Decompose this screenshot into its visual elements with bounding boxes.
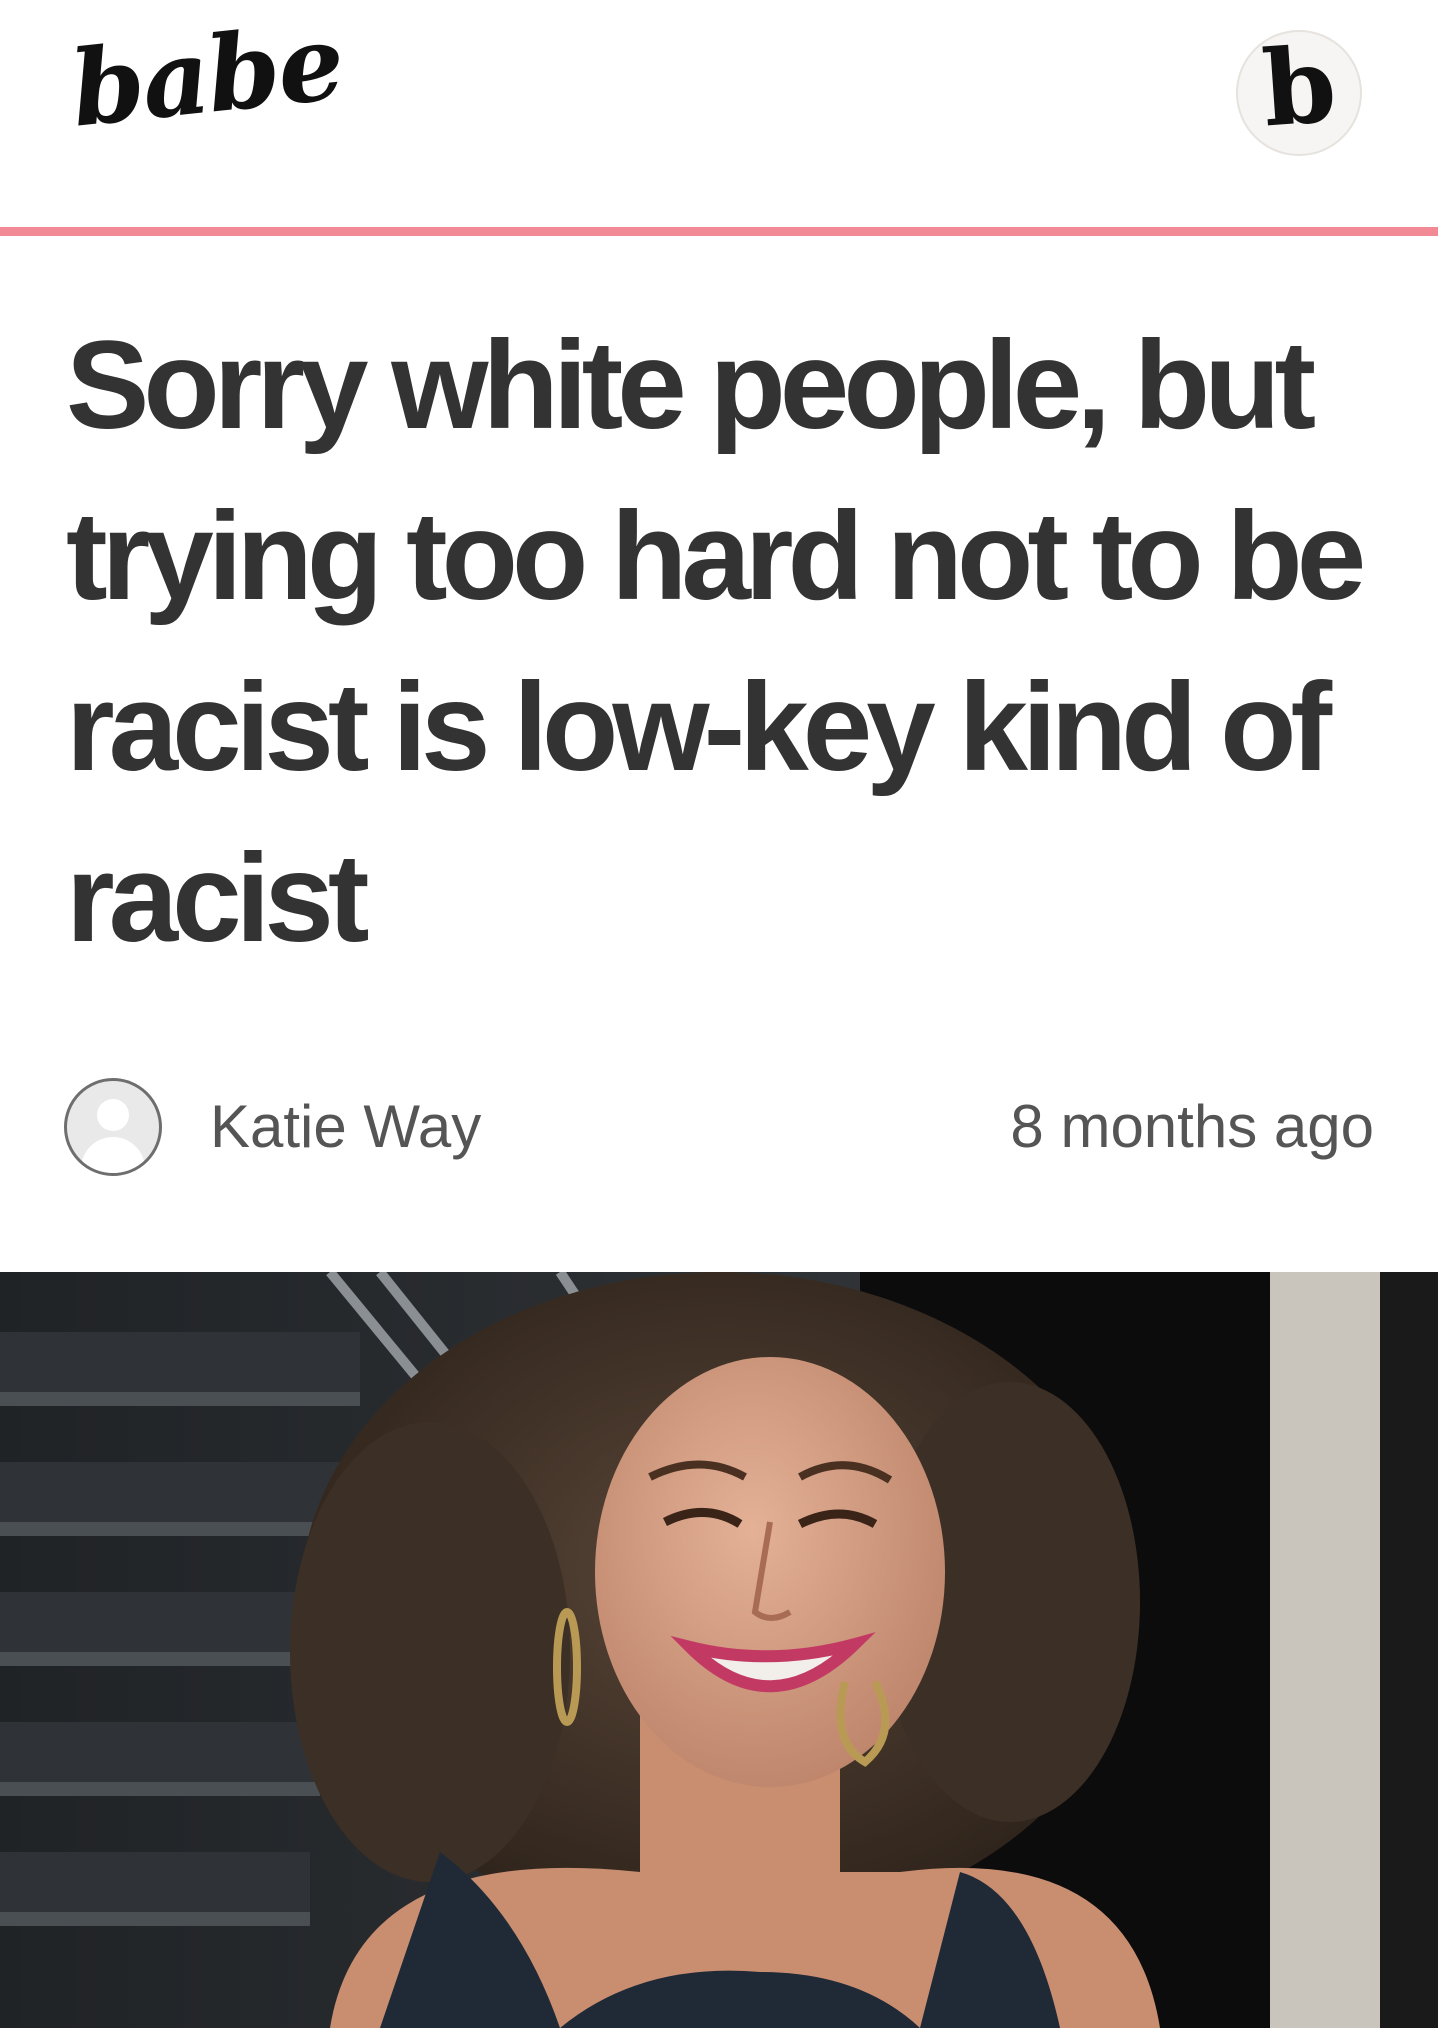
header-divider xyxy=(0,227,1438,236)
article-title: Sorry white people, but trying too hard … xyxy=(66,316,1366,968)
author-name-link[interactable]: Katie Way xyxy=(210,1094,481,1160)
profile-badge-button[interactable]: b xyxy=(1236,22,1362,156)
site-logo[interactable]: babe xyxy=(66,0,348,151)
badge-letter: b xyxy=(1258,22,1340,151)
hero-photo-illustration xyxy=(0,1272,1438,2028)
author-avatar-icon[interactable] xyxy=(64,1078,162,1176)
hero-image xyxy=(0,1272,1438,2028)
article-byline: Katie Way 8 months ago xyxy=(64,1078,1374,1182)
site-header: babe b xyxy=(0,0,1438,227)
publish-time: 8 months ago xyxy=(1010,1093,1374,1160)
